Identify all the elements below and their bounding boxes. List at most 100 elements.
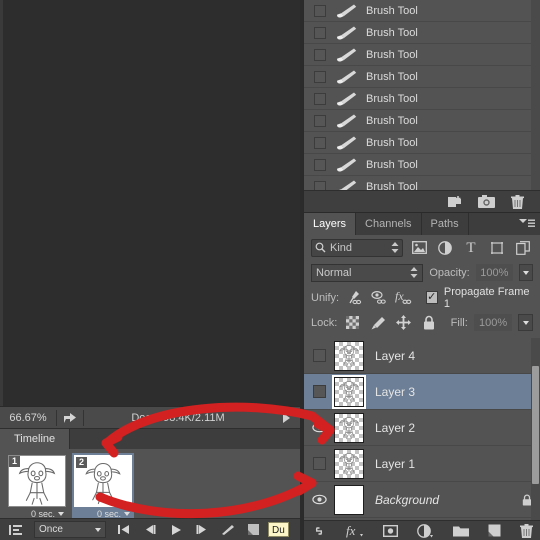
brush-tool-icon [335,48,357,62]
duplicate-frame-button[interactable] [242,521,266,539]
history-row-label: Brush Tool [366,136,418,149]
layer-thumbnail[interactable] [332,374,366,409]
history-row-label: Brush Tool [366,180,418,191]
zoom-level[interactable]: 66.67% [0,412,56,424]
unify-position-icon[interactable] [345,289,364,307]
history-toolbar [304,190,540,212]
share-icon[interactable] [57,411,83,424]
history-state-checkbox[interactable] [314,180,326,190]
history-state-checkbox[interactable] [314,136,326,149]
tab-layers[interactable]: Layers [304,213,357,235]
layer-thumbnail[interactable] [334,448,364,479]
history-state-checkbox[interactable] [314,4,326,17]
camera-snapshot-icon[interactable] [478,195,495,208]
layer-visibility-toggle[interactable] [304,385,334,398]
new-adjustment-layer-icon[interactable] [417,523,434,538]
lock-row: Lock: Fill: 100% [304,310,540,335]
next-frame-button[interactable] [190,521,214,539]
play-arrow-icon[interactable] [272,412,300,423]
layer-row[interactable]: Layer 1 [304,446,540,482]
trash-icon[interactable] [511,194,524,209]
history-state-checkbox[interactable] [314,114,326,127]
brush-tool-icon [335,180,357,190]
canvas-area[interactable] [0,0,300,406]
shape-filter-icon[interactable] [487,239,507,257]
layer-row[interactable]: Layer 4 [304,338,540,374]
blend-mode-select[interactable]: Normal [311,263,424,282]
link-layers-icon[interactable] [311,526,327,536]
layer-row[interactable]: Background [304,482,540,518]
history-state-checkbox[interactable] [314,26,326,39]
propagate-frame-checkbox[interactable]: ✓ [425,291,438,304]
layer-visibility-toggle[interactable] [304,422,334,433]
pixel-filter-icon[interactable] [409,239,429,257]
tween-icon[interactable] [216,521,240,539]
chevron-down-icon[interactable] [58,512,64,516]
loop-option-select[interactable]: Once [34,521,106,538]
layer-visibility-toggle[interactable] [304,494,334,505]
history-row[interactable]: Brush Tool [304,66,540,88]
timeline-frame[interactable]: 1 0 sec. [6,453,68,521]
tab-channels[interactable]: Channels [356,213,422,235]
frame-align-icon[interactable] [4,521,28,539]
history-row[interactable]: Brush Tool [304,88,540,110]
lock-image-icon[interactable] [369,314,388,332]
lock-all-icon[interactable] [419,314,438,332]
lock-transparency-icon[interactable] [343,314,362,332]
layers-list[interactable]: Layer 4 Layer 3 Layer 2 Layer 1 Background [304,338,540,520]
history-row[interactable]: Brush Tool [304,22,540,44]
unify-visibility-icon[interactable] [370,289,389,307]
history-row[interactable]: Brush Tool [304,176,540,190]
history-row[interactable]: Brush Tool [304,44,540,66]
play-button[interactable] [164,521,188,539]
adjustment-filter-icon[interactable] [435,239,455,257]
new-document-from-state-icon[interactable] [447,195,462,208]
history-row[interactable]: Brush Tool [304,154,540,176]
new-layer-icon[interactable] [488,524,501,537]
lock-position-icon[interactable] [394,314,413,332]
tab-paths[interactable]: Paths [422,213,469,235]
frame-thumbnail[interactable]: 1 [8,455,66,507]
history-row[interactable]: Brush Tool [304,110,540,132]
first-frame-button[interactable] [112,521,136,539]
frame-thumbnail[interactable]: 2 [74,455,132,507]
unify-label: Unify: [311,291,340,304]
layer-thumbnail[interactable] [334,412,364,443]
type-filter-icon: T [466,239,476,256]
layer-visibility-toggle[interactable] [304,457,334,470]
opacity-value[interactable]: 100% [475,264,513,281]
chevron-down-icon[interactable] [95,527,101,532]
opacity-dropdown-icon[interactable] [518,264,533,281]
history-row[interactable]: Brush Tool [304,0,540,22]
previous-frame-button[interactable] [138,521,162,539]
history-scrollbar[interactable] [531,0,540,190]
fill-value[interactable]: 100% [473,314,513,331]
panel-menu-icon[interactable] [519,219,535,229]
fill-dropdown-icon[interactable] [518,314,534,331]
layer-row[interactable]: Layer 2 [304,410,540,446]
tab-timeline[interactable]: Timeline [0,429,71,449]
smart-object-filter-icon[interactable] [513,239,533,257]
layer-thumbnail[interactable] [334,340,364,371]
add-layer-mask-icon[interactable] [382,524,399,537]
history-state-checkbox[interactable] [314,158,326,171]
stepper-icon [410,267,418,278]
history-list[interactable]: Brush Tool Brush Tool Brush Tool Brush Tool… [304,0,540,190]
timeline-frame[interactable]: 2 0 sec. [72,453,134,521]
layer-thumbnail[interactable] [334,484,364,515]
layer-row[interactable]: Layer 3 [304,374,540,410]
trash-icon[interactable] [520,523,533,538]
layer-filter-kind-select[interactable]: Kind [311,238,403,257]
chevron-down-icon[interactable] [124,512,130,516]
layers-scrollbar[interactable] [531,338,540,520]
layers-scrollbar-thumb[interactable] [532,366,539,484]
unify-style-icon[interactable]: fx [395,289,414,307]
search-icon [315,242,326,253]
layer-style-fx-icon[interactable]: fx [346,523,364,538]
history-state-checkbox[interactable] [314,70,326,83]
layer-visibility-toggle[interactable] [304,349,334,362]
history-state-checkbox[interactable] [314,92,326,105]
history-state-checkbox[interactable] [314,48,326,61]
new-group-folder-icon[interactable] [453,525,469,537]
history-row[interactable]: Brush Tool [304,132,540,154]
